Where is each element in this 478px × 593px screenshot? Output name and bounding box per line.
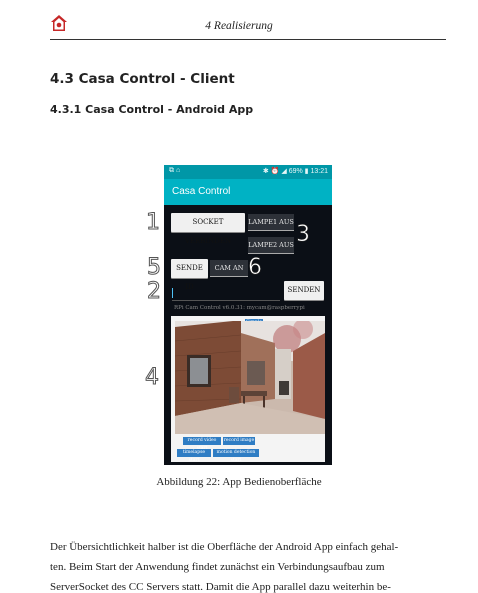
- callout-marker-3: 3: [296, 222, 311, 247]
- section-title: 4.3 Casa Control - Client: [50, 71, 235, 87]
- camera-image: [175, 321, 325, 434]
- status-bar: ⧉ ⌂ ✱ ⏰ ◢ 69% ▮ 13:21: [164, 165, 332, 179]
- record-image-button[interactable]: record image: [223, 437, 255, 445]
- lamp2-off-button[interactable]: LAMPE2 AUS: [248, 237, 294, 254]
- cam-on-button[interactable]: CAM AN: [210, 260, 248, 277]
- app-title: Casa Control: [172, 186, 231, 197]
- send-button[interactable]: SENDEN: [284, 281, 324, 300]
- paragraph-line: Der Übersichtlichkeit halber ist die Obe…: [50, 541, 399, 553]
- status-icons-left: ⧉ ⌂: [169, 167, 181, 174]
- text-cursor: [172, 288, 173, 298]
- paragraph-line: ServerSocket des CC Servers statt. Damit…: [50, 581, 391, 593]
- callout-marker-5: 5: [147, 255, 162, 280]
- header-rule: [50, 39, 446, 40]
- motion-detection-start-button[interactable]: motion detection start: [213, 449, 259, 463]
- callout-marker-6: 6: [248, 255, 263, 280]
- app-bar: Casa Control: [164, 179, 332, 205]
- connection-status-text: RPi Cam Control v6.0.31: mycam@raspberry…: [174, 305, 305, 311]
- camera-webview: Simple record video start record image t…: [171, 316, 325, 463]
- timelapse-start-button[interactable]: timelapse start: [177, 449, 211, 463]
- status-icons-right: ✱ ⏰ ◢ 69% ▮ 13:21: [262, 168, 328, 175]
- record-video-start-button[interactable]: record video start: [183, 437, 221, 451]
- running-head: 4 Realisierung: [205, 20, 273, 32]
- callout-marker-1: 1: [146, 210, 161, 235]
- callout-marker-2: 2: [147, 279, 162, 304]
- callout-marker-4: 4: [145, 365, 160, 390]
- socket-connect-button[interactable]: SOCKET VERBINDEN: [171, 213, 245, 245]
- lamp1-off-button[interactable]: LAMPE1 AUS: [248, 214, 294, 231]
- subsection-title: 4.3.1 Casa Control - Android App: [50, 103, 254, 116]
- message-input[interactable]: [172, 286, 280, 301]
- figure-caption: Abbildung 22: App Bedienoberfläche: [156, 476, 322, 488]
- paragraph-line: ten. Beim Start der Anwendung findet zun…: [50, 561, 385, 573]
- send-id-button[interactable]: SENDE ID: [171, 259, 208, 291]
